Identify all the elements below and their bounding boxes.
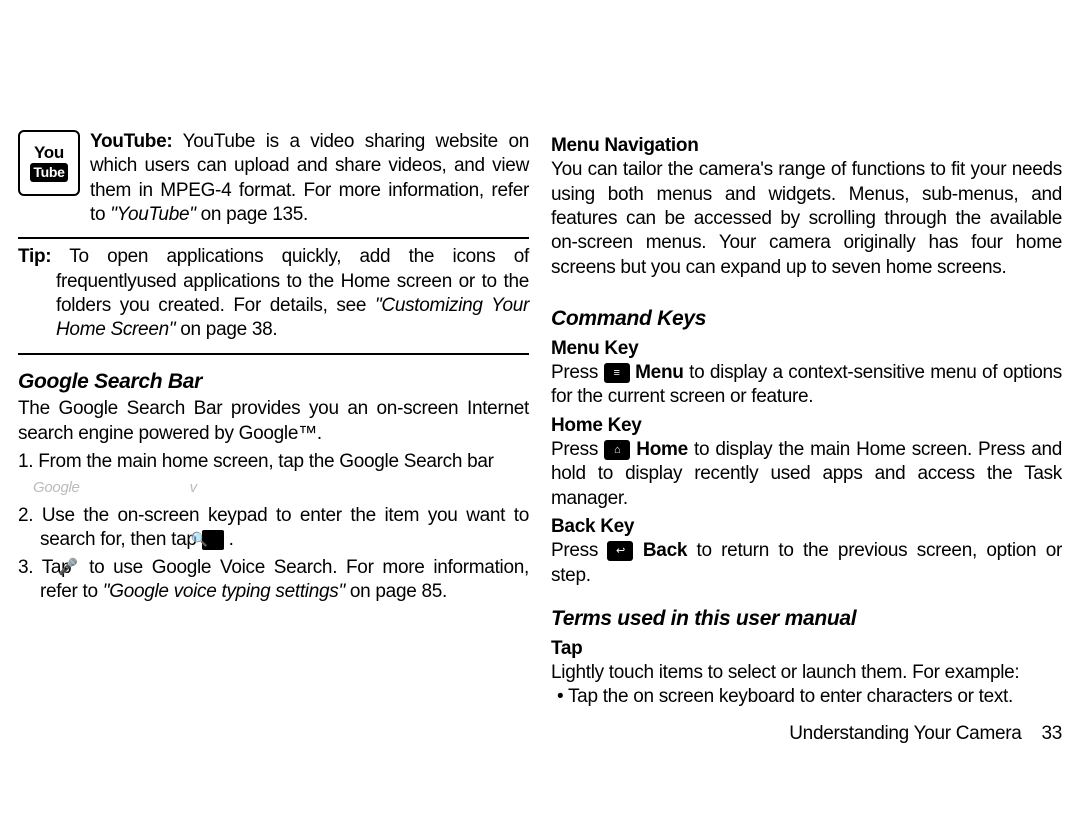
menu-navigation-text: You can tailor the camera's range of fun… (551, 158, 1062, 280)
home-key-icon: ⌂ (604, 440, 630, 460)
page-footer: Understanding Your Camera 33 (551, 722, 1062, 746)
gsb-step3-ref: "Google voice typing settings" (103, 581, 345, 602)
menu-navigation-heading: Menu Navigation (551, 134, 1062, 158)
back-key-a: Press (551, 540, 607, 561)
tip-section: Tip: To open applications quickly, add t… (18, 245, 529, 342)
menu-key-heading: Menu Key (551, 337, 1062, 361)
youtube-ref: "YouTube" (110, 204, 195, 225)
search-icon: 🔍 (202, 530, 224, 550)
back-key-b: Back (643, 540, 687, 561)
gsb-step-3: 3. Tap 🎤 to use Google Voice Search. For… (18, 556, 529, 605)
home-key-b: Home (636, 439, 688, 460)
two-column-layout: You Tube YouTube: YouTube is a video sha… (18, 130, 1062, 746)
gsb-step3-tail: on page 85. (345, 581, 447, 602)
gsb-step-1: 1. From the main home screen, tap the Go… (18, 450, 529, 474)
command-keys-heading: Command Keys (551, 306, 1062, 333)
tip-label: Tip: (18, 246, 51, 267)
youtube-icon-bot: Tube (30, 163, 67, 183)
placeholder-text: Google (33, 478, 80, 497)
home-key-text: Press ⌂ Home to display the main Home sc… (551, 438, 1062, 511)
footer-text: Understanding Your Camera (789, 723, 1021, 744)
tap-bullet: • Tap the on screen keyboard to enter ch… (551, 685, 1062, 709)
placeholder-mic-small: v (190, 478, 197, 497)
divider-bottom (18, 353, 529, 355)
gsb-step2-b: . (224, 529, 234, 550)
back-key-heading: Back Key (551, 515, 1062, 539)
youtube-icon-top: You (34, 144, 64, 161)
home-key-heading: Home Key (551, 414, 1062, 438)
tip-ref-tail: on page 38. (175, 319, 277, 340)
tap-text: Lightly touch items to select or launch … (551, 661, 1062, 685)
youtube-ref-tail: on page 135. (196, 204, 308, 225)
back-key-icon: ↩ (607, 541, 633, 561)
youtube-label: YouTube: (90, 131, 172, 152)
tap-heading: Tap (551, 637, 1062, 661)
left-column: You Tube YouTube: YouTube is a video sha… (18, 130, 529, 746)
menu-key-icon: ≡ (604, 363, 630, 383)
terms-heading: Terms used in this user manual (551, 606, 1062, 633)
menu-key-text: Press ≡ Menu to display a context-sensit… (551, 361, 1062, 410)
back-key-text: Press ↩ Back to return to the previous s… (551, 539, 1062, 588)
youtube-icon: You Tube (18, 130, 80, 196)
manual-page: You Tube YouTube: YouTube is a video sha… (0, 0, 1080, 834)
google-search-bar-heading: Google Search Bar (18, 369, 529, 396)
home-key-a: Press (551, 439, 604, 460)
menu-key-a: Press (551, 362, 604, 383)
youtube-description: YouTube: YouTube is a video sharing webs… (90, 130, 529, 227)
youtube-section: You Tube YouTube: YouTube is a video sha… (18, 130, 529, 227)
gsb-step-2: 2. Use the on-screen keypad to enter the… (18, 504, 529, 553)
google-search-bar-text: The Google Search Bar provides you an on… (18, 397, 529, 446)
google-search-placeholder-bar: Google v (33, 478, 529, 497)
footer-page-number: 33 (1041, 723, 1062, 744)
divider-top (18, 237, 529, 239)
menu-key-b: Menu (635, 362, 683, 383)
right-column: Menu Navigation You can tailor the camer… (551, 130, 1062, 746)
gsb-step2-a: 2. Use the on-screen keypad to enter the… (18, 505, 529, 550)
